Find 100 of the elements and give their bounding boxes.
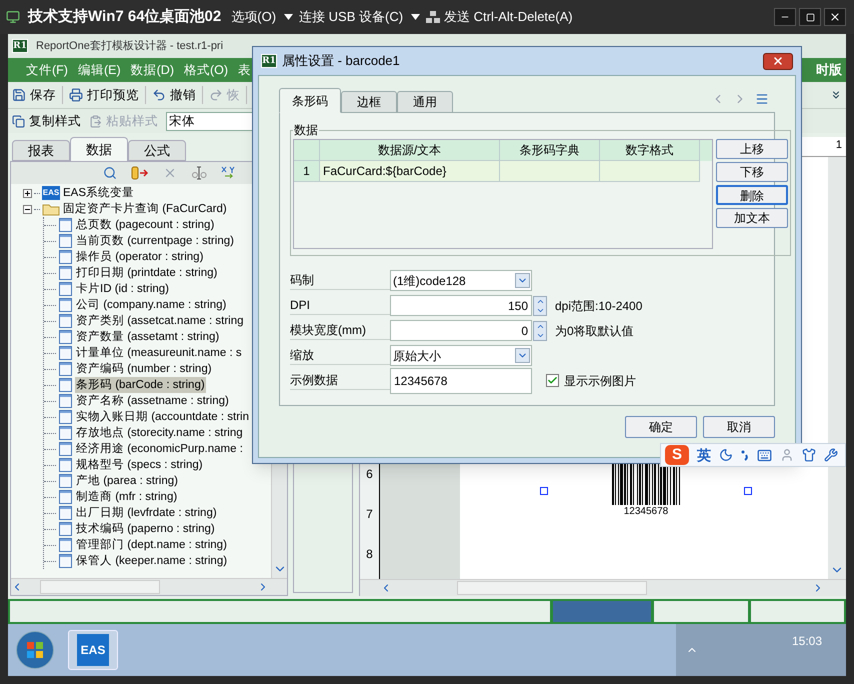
tree-item[interactable]: 管理部门 (dept.name : string) [75, 537, 228, 553]
selection-handle[interactable] [744, 487, 752, 495]
tab[interactable]: 数据 [70, 137, 128, 161]
menu-item[interactable]: 格式(O) [184, 60, 228, 80]
field-icon [59, 394, 72, 408]
tree-item[interactable]: 资产名称 (assetname : string) [75, 393, 230, 409]
toolbar-button[interactable]: 撤销 [152, 86, 203, 104]
collapse-icon[interactable] [23, 204, 32, 214]
input-field[interactable]: 12345678 [390, 368, 532, 394]
close-button[interactable] [763, 52, 793, 70]
table-cell[interactable] [600, 161, 700, 182]
tree-item[interactable]: 条形码 (barCode : string) [75, 377, 206, 393]
scrollbar-thumb[interactable] [40, 580, 160, 594]
checkbox[interactable] [546, 374, 559, 387]
menu-item[interactable]: 表 [238, 60, 252, 80]
number-field[interactable]: 0 [390, 320, 532, 341]
menu-item[interactable]: 文件(F) [26, 60, 68, 80]
tab[interactable]: 边框 [341, 91, 397, 113]
tree-item[interactable]: 产地 (parea : string) [75, 473, 179, 489]
tree-item[interactable]: 当前页数 (currentpage : string) [75, 233, 235, 249]
tree-item[interactable]: 资产类别 (assetcat.name : string [75, 313, 245, 329]
tree-item[interactable]: 操作员 (operator : string) [75, 249, 204, 265]
dropdown-field[interactable]: 原始大小 [390, 345, 532, 366]
dropdown-arrow-icon[interactable] [284, 14, 294, 20]
field-icon [59, 458, 72, 472]
table-cell[interactable] [500, 161, 600, 182]
horizontal-scrollbar[interactable] [11, 578, 287, 595]
shirt-icon[interactable] [802, 448, 816, 462]
toolbar-button[interactable]: 复制样式 [12, 112, 81, 130]
group-title: 数据 [293, 122, 319, 139]
number-field[interactable]: 150 [390, 295, 532, 316]
keyboard-icon[interactable] [757, 448, 772, 462]
rename-icon[interactable] [191, 166, 207, 180]
dropdown-arrow-icon[interactable] [411, 14, 420, 20]
add-source-icon[interactable] [131, 166, 149, 180]
tab[interactable]: 报表 [12, 140, 70, 161]
tree-item[interactable]: EAS系统变量 [62, 185, 136, 201]
close-button[interactable] [824, 8, 846, 26]
table-action-button[interactable]: 删除 [716, 185, 788, 205]
field-icon [59, 506, 72, 520]
field-icon [59, 314, 72, 328]
tree-item[interactable]: 保管人 (keeper.name : string) [75, 553, 228, 569]
tree-item[interactable]: 资产数量 (assetamt : string) [75, 329, 220, 345]
ime-logo: S [665, 445, 689, 465]
tree-item[interactable]: 经济用途 (economicPurp.name : [75, 441, 244, 457]
settings-icon[interactable] [824, 448, 838, 462]
search-icon[interactable] [103, 166, 117, 180]
tree-item[interactable]: 打印日期 (printdate : string) [75, 265, 218, 281]
dropdown-field[interactable]: (1维)code128 [390, 270, 532, 291]
taskbar-app-button[interactable]: EAS [68, 630, 118, 670]
tree-item[interactable]: 卡片ID (id : string) [75, 281, 170, 297]
horizontal-scrollbar[interactable] [360, 579, 846, 596]
selection-handle[interactable] [540, 487, 548, 495]
tree-item[interactable]: 固定资产卡片查询 (FaCurCard) [62, 201, 228, 217]
tab[interactable]: 通用 [397, 91, 453, 113]
field-icon [59, 330, 72, 344]
remote-menu[interactable]: 发送 Ctrl-Alt-Delete(A) [444, 7, 573, 27]
tree-item[interactable]: 资产编码 (number : string) [75, 361, 213, 377]
remote-desktop-icon [6, 10, 20, 24]
ruler-mark: 7 [366, 506, 373, 523]
vertical-scrollbar[interactable] [828, 157, 846, 579]
maximize-button[interactable] [799, 8, 821, 26]
tree-item[interactable]: 制造商 (mfr : string) [75, 489, 178, 505]
remote-menu[interactable]: 选项(O) [231, 7, 276, 27]
tree-item[interactable]: 公司 (company.name : string) [75, 297, 228, 313]
moon-icon[interactable] [719, 448, 733, 462]
tab[interactable]: 条形码 [279, 88, 341, 113]
start-button[interactable] [16, 631, 54, 669]
field-icon [59, 554, 72, 568]
list-icon[interactable] [755, 92, 769, 106]
field-note: dpi范围:10-2400 [555, 298, 642, 314]
transform-icon[interactable] [221, 166, 237, 180]
tree-item[interactable]: 技术编码 (paperno : string) [75, 521, 216, 537]
user-icon[interactable] [780, 448, 794, 462]
tree-item[interactable]: 实物入账日期 (accountdate : strin [75, 409, 250, 425]
spinner-arrows-icon[interactable] [533, 296, 547, 316]
tree-item[interactable]: 规格型号 (specs : string) [75, 457, 204, 473]
toolbar-button[interactable]: 打印预览 [69, 86, 146, 104]
toolbar-button[interactable]: 保存 [12, 86, 63, 104]
ime-mode[interactable]: 英 [697, 444, 711, 466]
table-action-button[interactable]: 加文本 [716, 208, 788, 228]
dialog-button[interactable]: 确定 [625, 416, 697, 438]
punctuation-icon[interactable] [741, 449, 749, 461]
printer-icon [69, 88, 83, 102]
spinner-arrows-icon[interactable] [533, 320, 547, 340]
menu-item[interactable]: 编辑(E) [78, 60, 121, 80]
tree-item[interactable]: 计量单位 (measureunit.name : s [75, 345, 243, 361]
dialog-button[interactable]: 取消 [703, 416, 775, 438]
menu-item[interactable]: 数据(D) [130, 60, 174, 80]
tree-item[interactable]: 总页数 (pagecount : string) [75, 217, 216, 233]
more-icon[interactable] [830, 89, 842, 101]
table-action-button[interactable]: 上移 [716, 139, 788, 159]
tree-item[interactable]: 出厂日期 (levfrdate : string) [75, 505, 218, 521]
tree-item[interactable]: 存放地点 (storecity.name : string [75, 425, 244, 441]
table-cell[interactable]: FaCurCard:${barCode} [320, 161, 500, 182]
expand-icon[interactable] [23, 188, 32, 198]
table-action-button[interactable]: 下移 [716, 162, 788, 182]
tab[interactable]: 公式 [128, 140, 186, 161]
scrollbar-thumb[interactable] [457, 581, 647, 595]
remote-menu[interactable]: 连接 USB 设备(C) [299, 7, 404, 27]
